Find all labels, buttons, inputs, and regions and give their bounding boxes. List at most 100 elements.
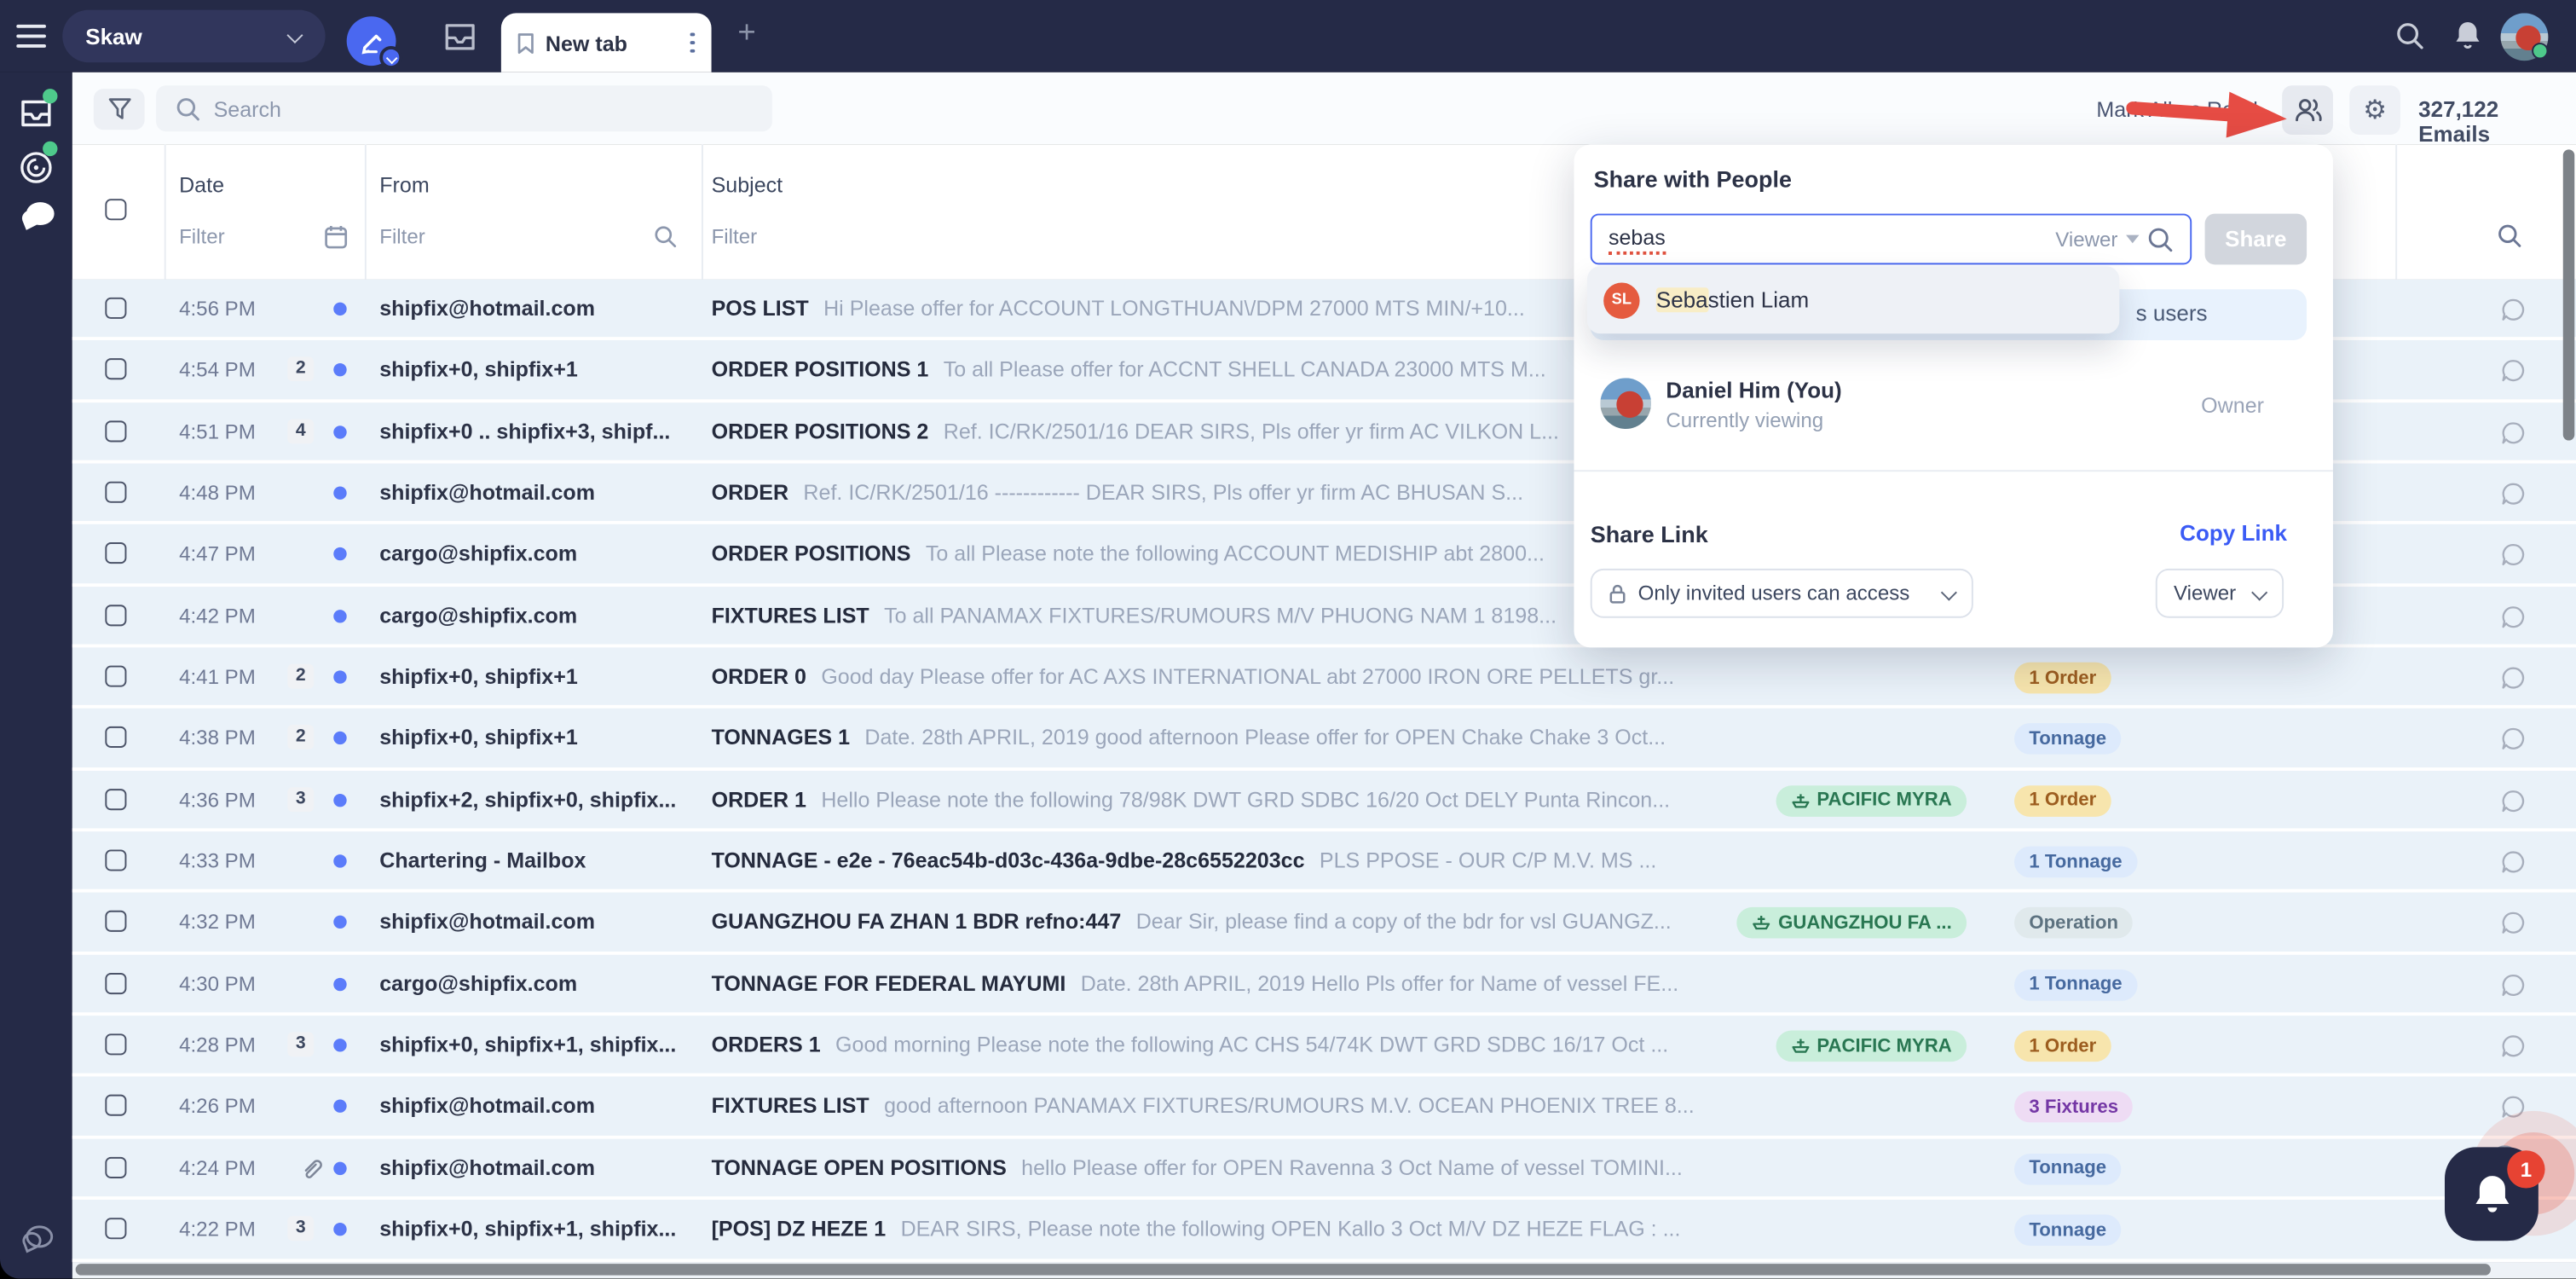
email-row[interactable]: 4:33 PM Chartering - Mailbox TONNAGE - e…: [72, 831, 2576, 893]
comment-icon[interactable]: [2501, 298, 2526, 322]
email-subject: ORDER POSITIONS: [712, 541, 911, 566]
email-subject: FIXTURES LIST: [712, 1094, 869, 1119]
tab-options-icon[interactable]: [690, 32, 695, 54]
category-tag[interactable]: Tonnage: [2014, 1215, 2121, 1247]
comment-icon[interactable]: [2501, 789, 2526, 813]
copy-link-button[interactable]: Copy Link: [2180, 521, 2287, 546]
row-checkbox[interactable]: [105, 298, 126, 319]
row-checkbox[interactable]: [105, 1218, 126, 1240]
link-access-dropdown[interactable]: Only invited users can access: [1591, 569, 1973, 618]
comment-icon[interactable]: [2501, 359, 2526, 384]
category-tag[interactable]: 1 Tonnage: [2014, 969, 2137, 1001]
row-checkbox[interactable]: [105, 605, 126, 626]
comment-icon[interactable]: [2501, 727, 2526, 752]
tab-new-tab[interactable]: New tab: [501, 13, 712, 72]
user-suggestion-item[interactable]: SL Sebastien Liam: [1587, 266, 2119, 333]
attachment-icon: [301, 1157, 324, 1182]
row-checkbox[interactable]: [105, 420, 126, 442]
date-filter-input[interactable]: Filter: [179, 225, 225, 248]
comment-icon[interactable]: [2501, 420, 2526, 445]
row-checkbox[interactable]: [105, 359, 126, 380]
compose-options-chevron[interactable]: [379, 46, 402, 69]
share-user-search-input[interactable]: sebas Viewer: [1591, 214, 2192, 265]
column-header-date[interactable]: Date: [179, 172, 224, 197]
search-input[interactable]: Search: [156, 85, 772, 131]
row-checkbox[interactable]: [105, 1096, 126, 1117]
global-search-icon[interactable]: [2395, 21, 2425, 51]
comment-icon[interactable]: [2501, 973, 2526, 998]
suggestion-name: Sebastien Liam: [1656, 287, 1809, 312]
sidebar-radar-status-dot: [43, 142, 57, 156]
notifications-bell-icon[interactable]: [2453, 20, 2483, 53]
link-role-dropdown[interactable]: Viewer: [2156, 569, 2284, 618]
email-time: 4:47 PM: [179, 543, 256, 566]
suggestion-avatar: SL: [1603, 282, 1639, 318]
category-tag[interactable]: 1 Order: [2014, 785, 2111, 817]
vessel-tag[interactable]: PACIFIC MYRA: [1776, 1031, 1967, 1062]
vessel-tag[interactable]: PACIFIC MYRA: [1776, 785, 1967, 817]
row-checkbox[interactable]: [105, 482, 126, 503]
share-submit-button[interactable]: Share: [2205, 214, 2307, 265]
email-row[interactable]: 4:41 PM 2 shipfix+0, shipfix+1 ORDER 0Go…: [72, 648, 2576, 709]
vertical-scrollbar[interactable]: [2563, 149, 2574, 440]
menu-icon[interactable]: [16, 25, 46, 48]
comment-icon[interactable]: [2501, 605, 2526, 629]
row-checkbox[interactable]: [105, 1157, 126, 1178]
category-tag[interactable]: 1 Tonnage: [2014, 847, 2137, 878]
inline-role-selector[interactable]: Viewer: [2055, 226, 2174, 252]
sidebar-inbox-status-dot: [43, 89, 57, 103]
row-checkbox[interactable]: [105, 727, 126, 749]
calendar-icon[interactable]: [324, 223, 349, 250]
email-subject: TONNAGES 1: [712, 726, 850, 750]
comment-icon[interactable]: [2501, 482, 2526, 506]
row-checkbox[interactable]: [105, 1034, 126, 1056]
comment-icon[interactable]: [2501, 1034, 2526, 1059]
vessel-tag[interactable]: GUANGZHOU FA ...: [1737, 908, 1967, 940]
horizontal-scrollbar[interactable]: [76, 1264, 2491, 1275]
row-checkbox[interactable]: [105, 850, 126, 871]
row-checkbox[interactable]: [105, 912, 126, 933]
comment-icon[interactable]: [2501, 912, 2526, 936]
email-row[interactable]: 4:36 PM 3 shipfix+2, shipfix+0, shipfix.…: [72, 770, 2576, 831]
column-header-from[interactable]: From: [379, 172, 429, 197]
sidebar-support-chat-icon[interactable]: [18, 1224, 54, 1254]
email-row[interactable]: 4:38 PM 2 shipfix+0, shipfix+1 TONNAGES …: [72, 709, 2576, 771]
list-search-icon[interactable]: [2498, 223, 2522, 248]
email-row[interactable]: 4:30 PM cargo@shipfix.com TONNAGE FOR FE…: [72, 954, 2576, 1016]
category-tag[interactable]: Tonnage: [2014, 1154, 2121, 1185]
email-preview: Date. 28th APRIL, 2019 good afternoon Pl…: [864, 726, 1666, 750]
row-checkbox[interactable]: [105, 666, 126, 687]
from-filter-input[interactable]: Filter: [379, 225, 425, 248]
email-row[interactable]: 4:28 PM 3 shipfix+0, shipfix+1, shipfix.…: [72, 1016, 2576, 1077]
row-checkbox[interactable]: [105, 973, 126, 994]
category-tag[interactable]: 3 Fixtures: [2014, 1092, 2133, 1124]
left-sidebar: [0, 72, 72, 1279]
select-all-checkbox[interactable]: [105, 199, 126, 220]
email-subject-line: FIXTURES LISTgood afternoon PANAMAX FIXT…: [712, 1094, 1776, 1119]
email-row[interactable]: 4:24 PM shipfix@hotmail.com TONNAGE OPEN…: [72, 1138, 2576, 1200]
email-row[interactable]: 4:22 PM 3 shipfix+0, shipfix+1, shipfix.…: [72, 1200, 2576, 1261]
category-tag[interactable]: 1 Order: [2014, 663, 2111, 694]
row-checkbox[interactable]: [105, 543, 126, 564]
subject-filter-input[interactable]: Filter: [712, 225, 758, 248]
comment-icon[interactable]: [2501, 666, 2526, 691]
email-from: Chartering - Mailbox: [379, 848, 695, 873]
workspace-selector[interactable]: Skaw: [62, 10, 325, 63]
row-checkbox[interactable]: [105, 789, 126, 810]
filter-button[interactable]: [94, 89, 145, 130]
new-tab-button[interactable]: +: [737, 18, 755, 51]
comment-icon[interactable]: [2501, 850, 2526, 875]
category-tag[interactable]: 1 Order: [2014, 1031, 2111, 1062]
email-row[interactable]: 4:32 PM shipfix@hotmail.com GUANGZHOU FA…: [72, 893, 2576, 954]
comment-icon[interactable]: [2501, 543, 2526, 568]
column-header-subject[interactable]: Subject: [712, 172, 783, 197]
email-time: 4:38 PM: [179, 727, 256, 750]
category-tag[interactable]: Tonnage: [2014, 724, 2121, 755]
settings-button[interactable]: ⚙: [2349, 85, 2400, 135]
category-tag[interactable]: Operation: [2014, 908, 2133, 940]
sidebar-chat-icon[interactable]: [18, 200, 55, 232]
email-subject: GUANGZHOU FA ZHAN 1 BDR refno:447: [712, 910, 1122, 935]
email-row[interactable]: 4:26 PM shipfix@hotmail.com FIXTURES LIS…: [72, 1077, 2576, 1138]
inbox-tray-icon[interactable]: [442, 21, 477, 53]
email-preview: Hi Please offer for ACCOUNT LONGTHUAN\/D…: [823, 296, 1525, 321]
